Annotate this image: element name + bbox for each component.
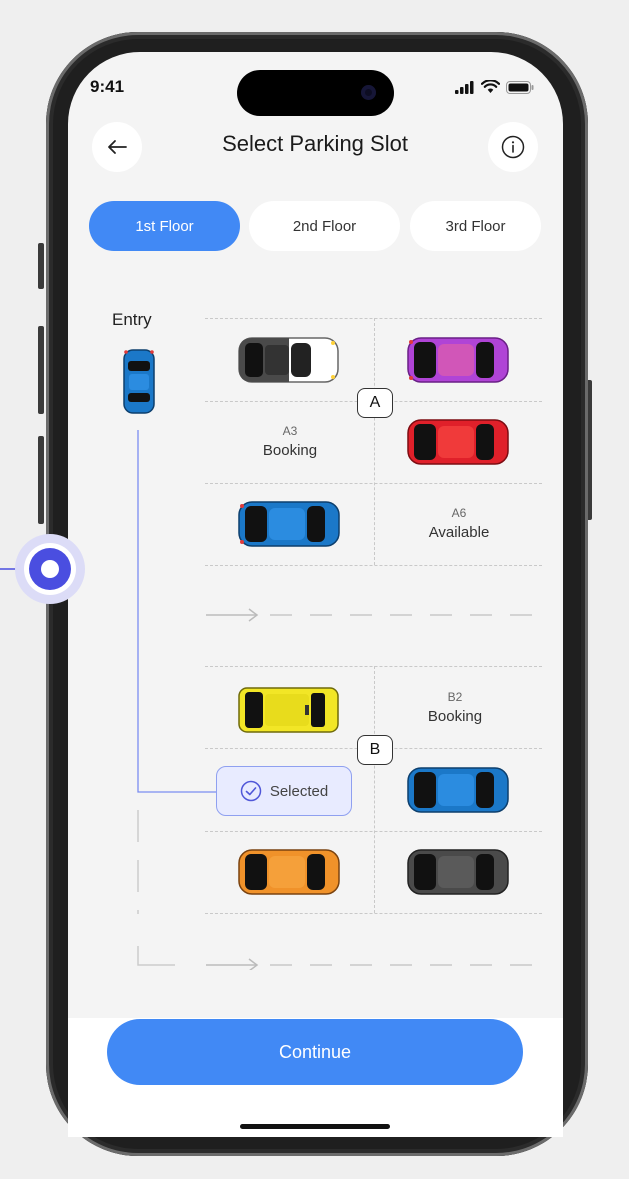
tab-3rd-floor[interactable]: 3rd Floor xyxy=(410,201,541,251)
section-a-divider xyxy=(205,565,542,566)
info-button[interactable] xyxy=(488,122,538,172)
car-b6-icon xyxy=(407,849,509,895)
continue-button[interactable]: Continue xyxy=(107,1019,523,1085)
section-b-badge: B xyxy=(357,735,393,765)
slot-id: B2 xyxy=(447,690,463,704)
camera-icon xyxy=(361,85,376,100)
car-b5-icon xyxy=(238,849,340,895)
slot-id: A3 xyxy=(282,424,298,438)
slot-status: Booking xyxy=(427,708,483,725)
car-a1-icon xyxy=(238,337,339,383)
signal-icon xyxy=(455,80,474,94)
info-icon xyxy=(501,135,525,159)
page-title: Select Parking Slot xyxy=(222,131,408,156)
entry-car-icon xyxy=(123,349,155,414)
slot-b2[interactable]: B2 Booking xyxy=(410,688,500,729)
car-a4-icon xyxy=(407,419,509,465)
slot-a3[interactable]: A3 Booking xyxy=(245,422,335,463)
car-b1-icon xyxy=(238,687,339,733)
slot-b3-selected[interactable]: Selected xyxy=(216,766,352,816)
slot-status: Available xyxy=(428,524,490,541)
lane-arrow-1 xyxy=(206,608,542,622)
volume-up-button xyxy=(38,326,44,414)
selected-label: Selected xyxy=(269,782,329,800)
section-a-badge: A xyxy=(357,388,393,418)
slot-status: Booking xyxy=(262,442,318,459)
entry-label: Entry xyxy=(112,310,152,329)
check-circle-icon xyxy=(240,780,262,802)
tab-1st-floor[interactable]: 1st Floor xyxy=(89,201,240,251)
home-indicator xyxy=(240,1124,390,1129)
status-time: 9:41 xyxy=(90,77,125,96)
wifi-icon xyxy=(481,80,500,93)
mute-switch xyxy=(38,243,44,289)
car-a5-icon xyxy=(238,501,340,547)
slot-a6[interactable]: A6 Available xyxy=(414,504,504,545)
tab-2nd-floor[interactable]: 2nd Floor xyxy=(249,201,400,251)
car-b4-icon xyxy=(407,767,509,813)
back-button[interactable] xyxy=(92,122,142,172)
slot-id: A6 xyxy=(451,506,467,520)
battery-icon xyxy=(506,80,534,94)
section-a-center-line xyxy=(374,318,375,565)
volume-down-button xyxy=(38,436,44,524)
status-icons xyxy=(455,80,534,94)
car-a2-icon xyxy=(407,337,509,383)
location-pin-icon[interactable] xyxy=(0,530,90,610)
arrow-left-icon xyxy=(108,140,127,154)
